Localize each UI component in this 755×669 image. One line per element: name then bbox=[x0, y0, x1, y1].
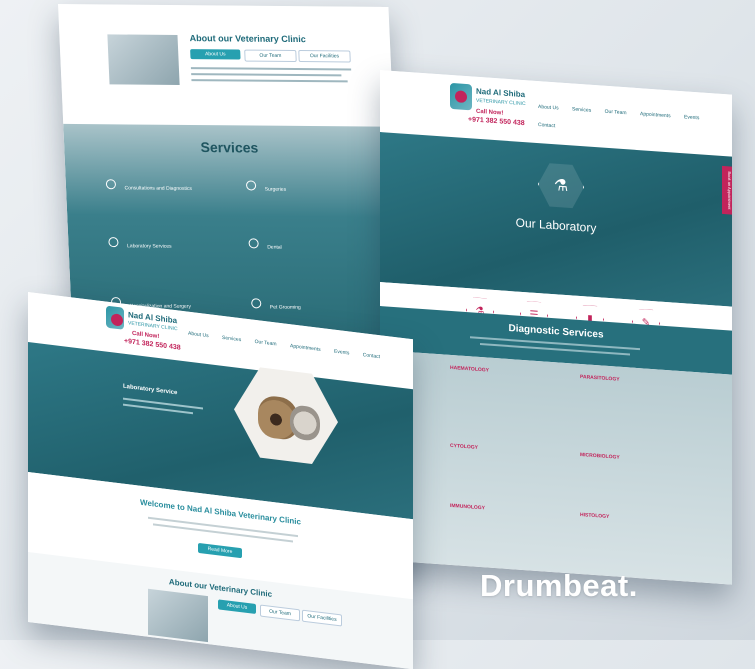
microscope-icon: ⚗ bbox=[538, 161, 584, 210]
appointment-side-tab[interactable]: Book an Appointment bbox=[722, 165, 732, 215]
nav-contact[interactable]: Contact bbox=[538, 122, 555, 129]
phone-number[interactable]: +971 382 550 438 bbox=[124, 338, 181, 352]
nav-about-us[interactable]: About Us bbox=[538, 104, 559, 111]
clinic-photo bbox=[148, 588, 208, 643]
tab-our-facilities[interactable]: Our Facilities bbox=[298, 50, 351, 63]
phone-number[interactable]: +971 382 550 438 bbox=[468, 116, 525, 127]
call-label: Call Now! bbox=[476, 108, 504, 117]
service-icon bbox=[245, 180, 257, 191]
nav-our-team[interactable]: Our Team bbox=[255, 339, 277, 348]
about-heading: About our Veterinary Clinic bbox=[189, 33, 307, 45]
logo-subtitle: VETERINARY CLINIC bbox=[476, 97, 526, 108]
service-title: Consultations and Diagnostics bbox=[124, 185, 193, 192]
clinic-photo bbox=[107, 34, 180, 85]
service-item: Laboratory Services bbox=[108, 234, 219, 253]
cat-image bbox=[290, 404, 320, 442]
column-heading: CYTOLOGY bbox=[450, 442, 478, 451]
tab-our-team[interactable]: Our Team bbox=[244, 49, 297, 63]
tab-our-team[interactable]: Our Team bbox=[260, 604, 300, 622]
nav-services[interactable]: Services bbox=[222, 335, 241, 343]
services-heading: Services bbox=[200, 139, 259, 156]
column-heading: PARASITOLOGY bbox=[580, 373, 620, 383]
diagnostic-columns: HAEMATOLOGY CYTOLOGY PARASITOLOGY MICROB… bbox=[380, 350, 732, 585]
tab-our-facilities[interactable]: Our Facilities bbox=[302, 609, 342, 627]
tab-about-us[interactable]: About Us bbox=[218, 599, 256, 614]
hero-title: Our Laboratory bbox=[515, 215, 597, 236]
nav-appointments[interactable]: Appointments bbox=[640, 111, 671, 119]
column-heading: HAEMATOLOGY bbox=[450, 364, 489, 374]
diagnostic-text-line bbox=[480, 342, 630, 356]
nav-our-team[interactable]: Our Team bbox=[605, 109, 627, 117]
service-item: Consultations and Diagnostics bbox=[105, 176, 217, 195]
hero: ⚗ Our Laboratory Book an Appointment bbox=[380, 132, 732, 307]
service-icon bbox=[105, 179, 117, 190]
nav-contact[interactable]: Contact bbox=[363, 352, 380, 360]
service-item: Pet Grooming bbox=[251, 295, 362, 314]
service-icon bbox=[251, 298, 262, 309]
drumbeat-watermark: Drumbeat. bbox=[480, 568, 638, 603]
about-text-line bbox=[190, 67, 352, 71]
about-text-line bbox=[191, 73, 342, 77]
hero-title: Laboratory Service bbox=[123, 383, 178, 397]
service-icon bbox=[108, 237, 119, 248]
service-item: Surgeries bbox=[245, 177, 357, 196]
tab-about-us[interactable]: About Us bbox=[190, 49, 241, 60]
nav-appointments[interactable]: Appointments bbox=[290, 343, 321, 353]
service-title: Pet Grooming bbox=[269, 304, 301, 311]
column-heading: HISTOLOGY bbox=[580, 511, 610, 521]
nav-events[interactable]: Events bbox=[334, 349, 349, 357]
about-text-line bbox=[191, 79, 348, 83]
about-section: About our Veterinary Clinic About Us Our… bbox=[58, 4, 394, 127]
pet-photo bbox=[234, 361, 338, 470]
service-icon bbox=[248, 238, 259, 249]
service-title: Laboratory Services bbox=[126, 243, 172, 250]
service-title: Dental bbox=[267, 244, 282, 251]
column-heading: IMMUNOLOGY bbox=[450, 502, 485, 512]
main-nav: About Us Services Our Team Appointments … bbox=[538, 95, 732, 145]
clinic-logo-icon bbox=[106, 305, 124, 330]
read-more-button[interactable]: Read More bbox=[198, 542, 242, 559]
nav-events[interactable]: Events bbox=[684, 114, 699, 121]
nav-services[interactable]: Services bbox=[572, 106, 591, 113]
service-title: Surgeries bbox=[264, 186, 287, 193]
mockup-page-front: Nad Al Shiba VETERINARY CLINIC About Us … bbox=[28, 292, 413, 669]
mockup-page-right: Nad Al Shiba VETERINARY CLINIC About Us … bbox=[380, 70, 732, 585]
service-item: Dental bbox=[248, 235, 359, 254]
nav-about-us[interactable]: About Us bbox=[188, 331, 209, 340]
clinic-logo-icon bbox=[450, 82, 472, 111]
column-heading: MICROBIOLOGY bbox=[580, 451, 620, 461]
